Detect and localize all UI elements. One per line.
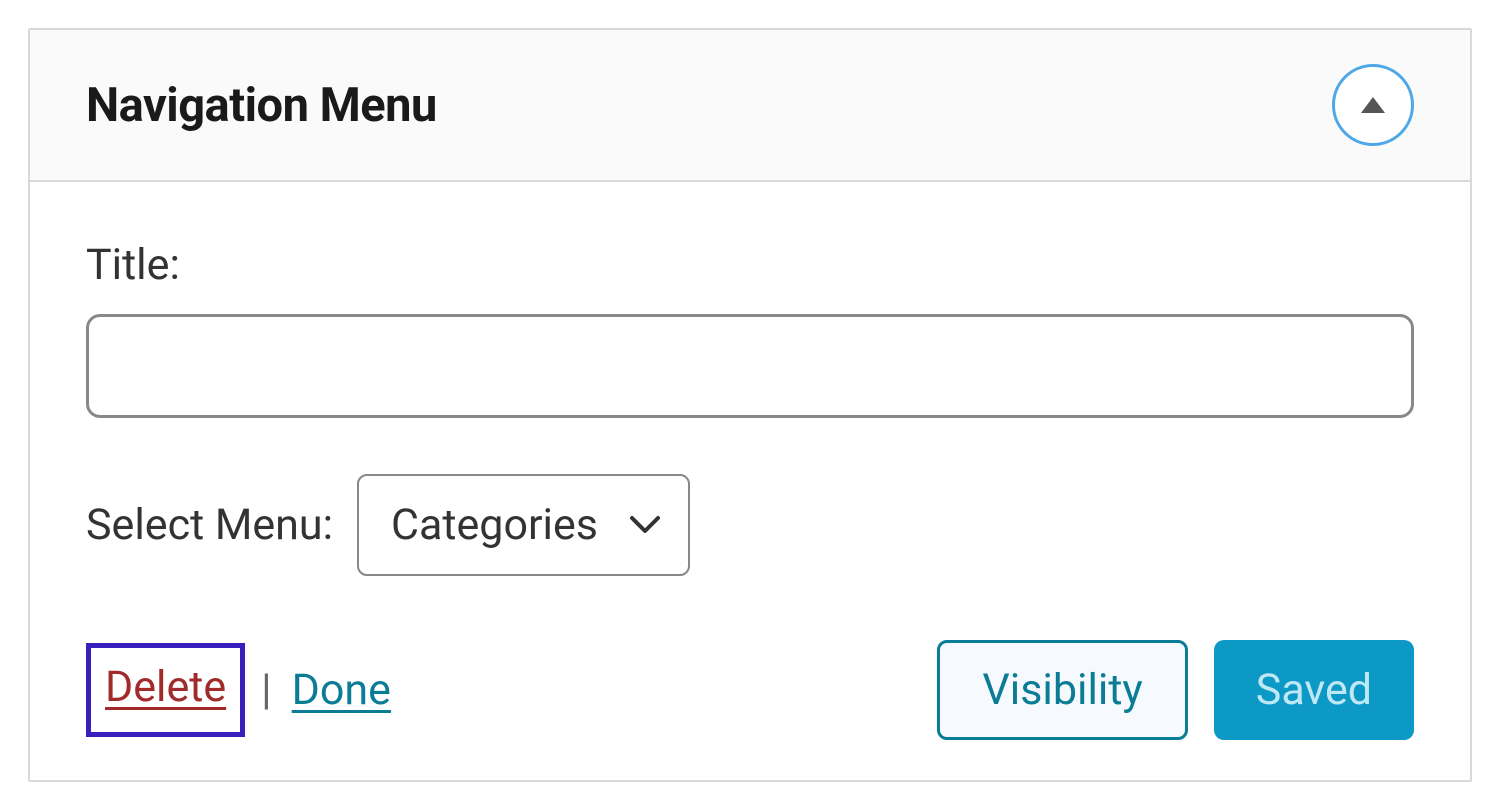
delete-link[interactable]: Delete: [105, 662, 226, 712]
select-wrap: Categories: [357, 474, 690, 576]
select-menu-label: Select Menu:: [86, 500, 333, 550]
widget-title: Navigation Menu: [86, 78, 437, 133]
menu-select[interactable]: Categories: [357, 474, 690, 576]
collapse-button[interactable]: [1332, 64, 1414, 146]
saved-button[interactable]: Saved: [1214, 640, 1414, 740]
title-input[interactable]: [86, 314, 1414, 418]
select-menu-row: Select Menu: Categories: [86, 474, 1414, 576]
visibility-button[interactable]: Visibility: [937, 640, 1187, 740]
chevron-up-icon: [1359, 95, 1387, 115]
widget-header: Navigation Menu: [30, 30, 1470, 182]
actions-row: Delete | Done Visibility Saved: [86, 640, 1414, 740]
separator: |: [257, 665, 276, 715]
delete-highlight-box: Delete: [86, 643, 245, 737]
left-links: Delete | Done: [86, 643, 391, 737]
title-label: Title:: [86, 240, 1414, 290]
right-buttons: Visibility Saved: [937, 640, 1414, 740]
done-link[interactable]: Done: [292, 665, 391, 715]
widget-body: Title: Select Menu: Categories Delete | …: [30, 182, 1470, 780]
navigation-menu-widget: Navigation Menu Title: Select Menu: Cate…: [28, 28, 1472, 782]
